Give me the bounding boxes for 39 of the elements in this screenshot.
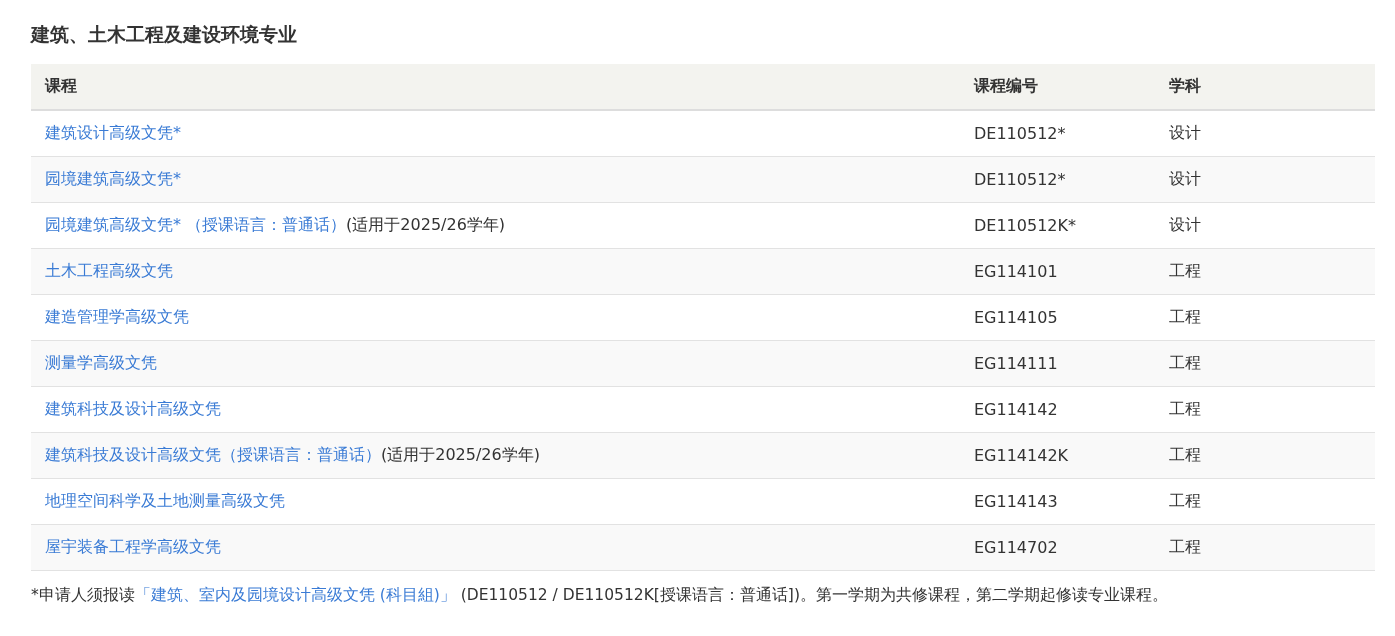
course-link[interactable]: 园境建筑高级文凭* （授课语言：普通话） <box>45 215 347 234</box>
course-link[interactable]: 建筑科技及设计高级文凭 <box>45 399 221 418</box>
subject-label: 工程 <box>1169 445 1201 464</box>
course-code: EG114142 <box>974 400 1058 419</box>
course-note: (适用于2025/26学年) <box>346 215 506 234</box>
subject-label: 设计 <box>1169 123 1201 142</box>
course-code: EG114702 <box>974 538 1058 557</box>
course-code: EG114143 <box>974 492 1058 511</box>
subject-label: 设计 <box>1169 215 1201 234</box>
course-note: (适用于2025/26学年) <box>381 445 540 464</box>
course-link[interactable]: 建筑科技及设计高级文凭（授课语言：普通话） <box>45 445 381 464</box>
course-code: EG114142K <box>974 446 1069 465</box>
subject-label: 工程 <box>1169 307 1201 326</box>
subject-label: 工程 <box>1169 399 1201 418</box>
footnote-text: *申请人须报读 <box>31 586 135 604</box>
course-link[interactable]: 地理空间科学及土地测量高级文凭 <box>45 491 285 510</box>
course-link[interactable]: 土木工程高级文凭 <box>45 261 173 280</box>
course-code: DE110512* <box>974 170 1066 189</box>
course-code: EG114101 <box>974 262 1058 281</box>
column-header: 课程编号 <box>960 64 1155 110</box>
course-code: EG114105 <box>974 308 1058 327</box>
subject-label: 工程 <box>1169 261 1201 280</box>
course-code: DE110512* <box>974 124 1066 143</box>
subject-label: 设计 <box>1169 169 1201 188</box>
subject-label: 工程 <box>1169 537 1201 556</box>
subject-label: 工程 <box>1169 491 1201 510</box>
course-code: EG114111 <box>974 354 1058 373</box>
course-link[interactable]: 屋宇装备工程学高级文凭 <box>45 537 221 556</box>
footnote-text: (DE110512 / DE110512K[授课语言：普通话])。第一学期为共修课程，第二学期起修读专业课程。 <box>460 586 1168 604</box>
course-link[interactable]: 测量学高级文凭 <box>45 353 157 372</box>
column-header: 课程 <box>31 64 960 110</box>
column-header: 学科 <box>1155 64 1375 110</box>
programme-link[interactable]: 「建筑、室内及园境设计高级文凭 (科目組)」 <box>134 586 456 604</box>
subject-label: 工程 <box>1169 353 1201 372</box>
section-title: 建筑、土木工程及建设环境专业 <box>31 22 298 47</box>
course-link[interactable]: 园境建筑高级文凭* <box>45 169 181 188</box>
course-link[interactable]: 建造管理学高级文凭 <box>45 307 189 326</box>
course-link[interactable]: 建筑设计高级文凭* <box>45 123 181 142</box>
course-code: DE110512K* <box>974 216 1076 235</box>
